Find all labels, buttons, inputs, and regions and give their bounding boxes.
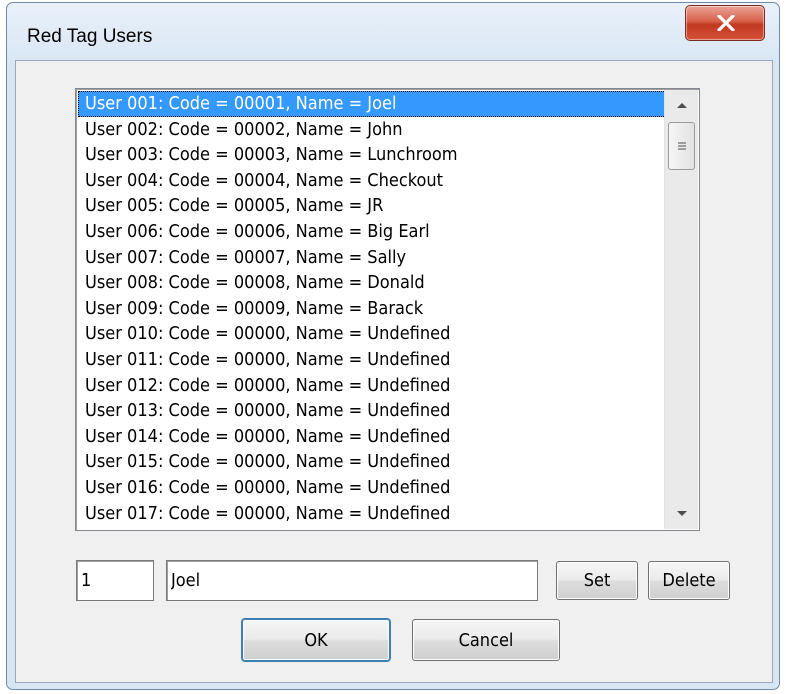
- list-item[interactable]: User 006: Code = 00006, Name = Big Earl: [78, 219, 696, 245]
- grip-icon: [677, 142, 686, 150]
- dialog-window: Red Tag Users User 001: Code = 00001, Na…: [6, 2, 780, 690]
- list-item[interactable]: User 014: Code = 00000, Name = Undefined: [78, 424, 696, 450]
- dialog-client-area: User 001: Code = 00001, Name = Joel User …: [15, 60, 773, 683]
- list-item[interactable]: User 002: Code = 00002, Name = John: [78, 117, 696, 143]
- scroll-up-button[interactable]: [665, 90, 698, 120]
- list-item[interactable]: User 005: Code = 00005, Name = JR: [78, 193, 696, 219]
- list-item[interactable]: User 007: Code = 00007, Name = Sally: [78, 245, 696, 271]
- chevron-down-icon: [676, 511, 687, 516]
- list-item[interactable]: User 015: Code = 00000, Name = Undefined: [78, 449, 696, 475]
- window-title: Red Tag Users: [27, 26, 153, 47]
- list-item[interactable]: User 009: Code = 00009, Name = Barack: [78, 296, 696, 322]
- list-item[interactable]: User 016: Code = 00000, Name = Undefined: [78, 475, 696, 501]
- delete-button[interactable]: Delete: [648, 561, 730, 600]
- set-button[interactable]: Set: [556, 561, 638, 600]
- list-item[interactable]: User 011: Code = 00000, Name = Undefined: [78, 347, 696, 373]
- scroll-thumb[interactable]: [668, 122, 695, 170]
- vertical-scrollbar[interactable]: [664, 90, 698, 529]
- cancel-button[interactable]: Cancel: [412, 619, 560, 661]
- close-icon: [717, 15, 735, 31]
- list-item[interactable]: User 012: Code = 00000, Name = Undefined: [78, 373, 696, 399]
- list-item[interactable]: User 013: Code = 00000, Name = Undefined: [78, 398, 696, 424]
- user-list-items: User 001: Code = 00001, Name = Joel User …: [78, 91, 696, 526]
- list-item[interactable]: User 008: Code = 00008, Name = Donald: [78, 270, 696, 296]
- user-listbox[interactable]: User 001: Code = 00001, Name = Joel User …: [75, 88, 700, 531]
- name-input[interactable]: [166, 560, 538, 601]
- scroll-down-button[interactable]: [665, 499, 698, 529]
- list-item[interactable]: User 001: Code = 00001, Name = Joel: [78, 91, 696, 117]
- list-item[interactable]: User 010: Code = 00000, Name = Undefined: [78, 321, 696, 347]
- list-item[interactable]: User 017: Code = 00000, Name = Undefined: [78, 501, 696, 527]
- chevron-up-icon: [676, 103, 687, 108]
- list-item[interactable]: User 004: Code = 00004, Name = Checkout: [78, 168, 696, 194]
- close-button[interactable]: [685, 5, 765, 41]
- ok-button[interactable]: OK: [242, 619, 390, 661]
- list-item[interactable]: User 003: Code = 00003, Name = Lunchroom: [78, 142, 696, 168]
- code-input[interactable]: [76, 560, 154, 601]
